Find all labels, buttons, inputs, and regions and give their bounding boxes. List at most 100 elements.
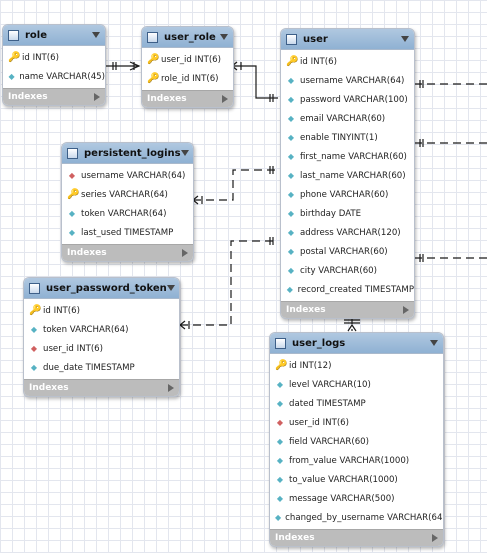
column-diamond-icon: ◆	[287, 189, 295, 199]
column-row[interactable]: ◆ last_used TIMESTAMP	[62, 223, 193, 242]
column-label: role_id INT(6)	[161, 73, 219, 84]
column-list: 🔑 id INT(6) ◆ username VARCHAR(64) ◆ password…	[281, 50, 414, 301]
column-row[interactable]: ◆ message VARCHAR(500)	[270, 489, 443, 508]
table-icon	[67, 147, 78, 159]
relationship-user-role-user[interactable]	[231, 61, 278, 102]
column-row[interactable]: ◆ first_name VARCHAR(60)	[281, 147, 414, 166]
column-row[interactable]: ◆ city VARCHAR(60)	[281, 261, 414, 280]
indexes-section[interactable]: Indexes	[3, 88, 105, 105]
column-row[interactable]: ◆ record_created TIMESTAMP	[281, 280, 414, 299]
column-list: 🔑 id INT(12) ◆ level VARCHAR(10) ◆ dated TIME…	[270, 354, 443, 529]
column-row[interactable]: ◆ birthday DATE	[281, 204, 414, 223]
column-label: id INT(6)	[43, 305, 80, 316]
column-row[interactable]: 🔑 role_id INT(6)	[142, 69, 233, 88]
column-row[interactable]: ◆ username VARCHAR(64)	[281, 71, 414, 90]
chevron-right-icon[interactable]	[403, 306, 409, 314]
relationship-user-password-token-user[interactable]	[180, 240, 278, 326]
column-row[interactable]: ◆ to_value VARCHAR(1000)	[270, 470, 443, 489]
table-name: persistent_logins	[84, 147, 181, 159]
table-role[interactable]: role 🔑 id INT(6) ◆ name VARCHAR(45) Indexes	[2, 24, 106, 106]
column-row[interactable]: ◆ user_id INT(6)	[24, 339, 179, 358]
indexes-section[interactable]: Indexes	[281, 301, 414, 318]
column-diamond-icon: ◆	[276, 398, 284, 408]
column-label: id INT(6)	[22, 52, 59, 63]
chevron-down-icon[interactable]	[430, 340, 438, 346]
table-header[interactable]: role	[3, 25, 105, 46]
table-header[interactable]: persistent_logins	[62, 143, 193, 164]
relationship-persistent-logins-user[interactable]	[193, 169, 278, 201]
column-diamond-icon: ◆	[287, 132, 295, 142]
table-user-role[interactable]: user_role 🔑 user_id INT(6) 🔑 role_id INT(6) I…	[141, 26, 234, 108]
column-label: to_value VARCHAR(1000)	[289, 474, 398, 485]
table-user-password-token[interactable]: user_password_token 🔑 id INT(6) ◆ token VARC…	[23, 277, 180, 397]
foreign-key-diamond-icon: ◆	[276, 417, 284, 427]
indexes-label: Indexes	[147, 94, 187, 104]
table-header[interactable]: user_logs	[270, 333, 443, 354]
table-header[interactable]: user_role	[142, 27, 233, 48]
column-row[interactable]: ◆ name VARCHAR(45)	[3, 67, 105, 86]
column-row[interactable]: 🔑 id INT(6)	[24, 301, 179, 320]
column-diamond-icon: ◆	[30, 324, 38, 334]
column-row[interactable]: ◆ user_id INT(6)	[270, 413, 443, 432]
indexes-section[interactable]: Indexes	[24, 379, 179, 396]
chevron-right-icon[interactable]	[182, 249, 188, 257]
indexes-label: Indexes	[29, 383, 69, 393]
key-icon: 🔑	[67, 188, 80, 200]
column-row[interactable]: ◆ username VARCHAR(64)	[62, 166, 193, 185]
column-row[interactable]: ◆ password VARCHAR(100)	[281, 90, 414, 109]
chevron-right-icon[interactable]	[94, 93, 100, 101]
table-icon	[8, 29, 19, 41]
column-row[interactable]: ◆ token VARCHAR(64)	[62, 204, 193, 223]
column-label: token VARCHAR(64)	[81, 208, 167, 219]
table-user[interactable]: user 🔑 id INT(6) ◆ username VARCHAR(64) ◆ pass…	[280, 28, 415, 319]
column-row[interactable]: ◆ token VARCHAR(64)	[24, 320, 179, 339]
column-row[interactable]: ◆ changed_by_username VARCHAR(64)	[270, 508, 443, 527]
column-row[interactable]: ◆ dated TIMESTAMP	[270, 394, 443, 413]
column-diamond-icon: ◆	[287, 170, 295, 180]
column-row[interactable]: ◆ last_name VARCHAR(60)	[281, 166, 414, 185]
column-diamond-icon: ◆	[276, 436, 284, 446]
relationship-role-user-role[interactable]	[104, 61, 141, 71]
table-header[interactable]: user	[281, 29, 414, 50]
column-row[interactable]: 🔑 id INT(6)	[281, 52, 414, 71]
table-user-logs[interactable]: user_logs 🔑 id INT(12) ◆ level VARCHAR(10) ◆ d…	[269, 332, 444, 547]
column-row[interactable]: ◆ enable TINYINT(1)	[281, 128, 414, 147]
column-row[interactable]: 🔑 series VARCHAR(64)	[62, 185, 193, 204]
chevron-right-icon[interactable]	[432, 534, 438, 542]
column-row[interactable]: ◆ address VARCHAR(120)	[281, 223, 414, 242]
column-row[interactable]: ◆ from_value VARCHAR(1000)	[270, 451, 443, 470]
column-row[interactable]: 🔑 id INT(6)	[3, 48, 105, 67]
column-row[interactable]: ◆ postal VARCHAR(60)	[281, 242, 414, 261]
indexes-section[interactable]: Indexes	[142, 90, 233, 107]
table-name: role	[25, 29, 48, 41]
chevron-down-icon[interactable]	[401, 36, 409, 42]
chevron-down-icon[interactable]	[166, 285, 175, 291]
chevron-right-icon[interactable]	[168, 384, 174, 392]
column-row[interactable]: 🔑 user_id INT(6)	[142, 50, 233, 69]
chevron-down-icon[interactable]	[180, 150, 189, 156]
indexes-label: Indexes	[8, 92, 48, 102]
column-label: enable TINYINT(1)	[300, 132, 378, 143]
column-row[interactable]: ◆ level VARCHAR(10)	[270, 375, 443, 394]
column-row[interactable]: ◆ due_date TIMESTAMP	[24, 358, 179, 377]
column-diamond-icon: ◆	[287, 208, 295, 218]
column-label: username VARCHAR(64)	[300, 75, 405, 86]
column-row[interactable]: ◆ phone VARCHAR(60)	[281, 185, 414, 204]
column-diamond-icon: ◆	[287, 75, 295, 85]
column-diamond-icon: ◆	[276, 455, 284, 465]
column-row[interactable]: 🔑 id INT(12)	[270, 356, 443, 375]
chevron-down-icon[interactable]	[220, 34, 228, 40]
column-label: postal VARCHAR(60)	[300, 246, 388, 257]
column-row[interactable]: ◆ field VARCHAR(60)	[270, 432, 443, 451]
column-row[interactable]: ◆ email VARCHAR(60)	[281, 109, 414, 128]
indexes-section[interactable]: Indexes	[62, 244, 193, 261]
column-label: user_id INT(6)	[289, 417, 350, 428]
column-diamond-icon: ◆	[275, 512, 282, 522]
table-header[interactable]: user_password_token	[24, 278, 179, 299]
indexes-section[interactable]: Indexes	[270, 529, 443, 546]
column-label: name VARCHAR(45)	[19, 71, 105, 82]
chevron-right-icon[interactable]	[222, 95, 228, 103]
table-persistent-logins[interactable]: persistent_logins ◆ username VARCHAR(64) 🔑 s…	[61, 142, 194, 262]
key-icon: 🔑	[147, 53, 160, 65]
chevron-down-icon[interactable]	[92, 32, 100, 38]
